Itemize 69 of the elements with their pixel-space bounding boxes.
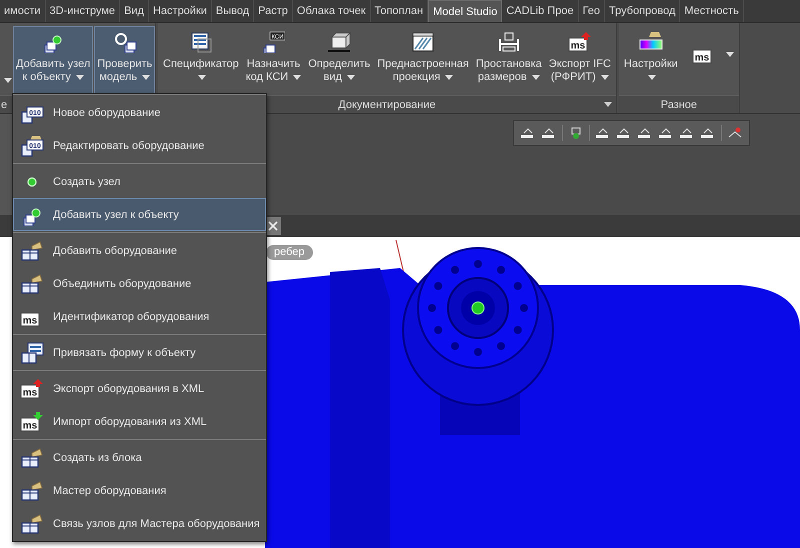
dimension-icon [496,31,521,53]
close-icon [268,221,278,231]
caret-icon [293,74,302,80]
caret-icon [532,74,540,80]
menu-item[interactable]: Объединить оборудование [13,267,266,300]
ribbon-tab[interactable]: Вид [120,0,149,22]
question-cube-icon [112,31,137,53]
equipment-icon [20,240,44,262]
ribbon-button[interactable]: Простановка размеров [472,26,545,94]
menu-item[interactable]: Привязать форму к объекту [13,336,266,369]
expand-icon[interactable] [604,102,612,107]
button-label: Простановка размеров [476,58,542,84]
button-label: Настройки [624,58,678,84]
ribbon-tab[interactable]: Облака точек [292,0,370,22]
ribbon-tab[interactable]: Растр [254,0,293,22]
caret-icon [76,74,84,80]
ribbon-tab[interactable]: Трубопровод [605,0,680,22]
ribbon-button[interactable]: Проверить модель [94,26,156,94]
ribbon-tab[interactable]: Гео [578,0,606,22]
network-icon[interactable] [727,127,743,139]
ribbon-button[interactable]: ms Экспорт IFC (РФРИТ) [546,26,614,94]
caret-icon [346,74,355,80]
menu-item[interactable]: Добавить узел к объекту [13,198,266,231]
menu-item[interactable]: Добавить оборудование [13,234,266,267]
ribbon-button[interactable]: ms [688,40,737,67]
caret-icon [445,74,454,80]
menu-item[interactable]: Мастер оборудования [13,474,266,507]
ribbon-tab[interactable]: CADLib Прое [502,0,579,22]
ribbon-tab[interactable]: Местность [680,0,744,22]
button-label: Экспорт IFC (РФРИТ) [548,58,611,84]
button-label: Добавить узел к объекту [16,58,90,84]
ribbon-tab[interactable]: 3D-инструме [46,0,120,22]
button-label: Назначить код КСИ [246,58,302,84]
node-dot-icon [27,176,37,186]
equipment-icon [20,512,44,534]
menu-item[interactable]: ms Экспорт оборудования в XML [13,372,266,405]
caret-icon [198,74,206,80]
projection-sheet-icon [411,31,436,53]
ribbon-tab[interactable]: Настройки [148,0,212,22]
ribbon-tab[interactable]: Вывод [212,0,254,22]
view-box-icon [327,31,352,53]
menu-item[interactable]: Связь узлов для Мастера оборудования [13,507,266,540]
table-icon [188,31,213,53]
equipment-icon [20,272,44,294]
ribbon-button[interactable]: Настройки [620,26,681,94]
menu-item[interactable]: Создать узел [13,165,266,198]
button-label: Определить вид [308,58,370,84]
caret-icon [726,52,734,56]
equipment-icon [20,480,44,502]
ribbon-button[interactable]: Добавить узел к объекту [13,26,94,94]
ribbon-tab[interactable]: Model Studio [428,0,502,22]
panel-label: е [1,98,8,110]
viewport-label: ребер [266,245,313,260]
button-label: Спецификатор [163,58,239,84]
button-label: Преднастроенная проекция [377,58,469,84]
button-label: Проверить модель [97,58,152,84]
equipment-icon [20,446,44,468]
caret-icon [648,74,656,80]
caret-icon [142,74,150,80]
caret-icon [600,74,609,80]
panel-label: Разное [660,98,698,110]
ribbon-button[interactable]: Преднастроенная проекция [374,26,472,94]
ribbon-button[interactable]: Определить вид [305,26,374,94]
menu-item[interactable]: Создать из блока [13,441,266,474]
ribbon-tab[interactable]: имости [0,0,46,22]
menu-item[interactable]: ms Импорт оборудования из XML [13,405,266,438]
form-icon [20,342,44,364]
menu-item[interactable]: ms Идентификатор оборудования [13,300,266,333]
panel-label: Документирование [338,98,436,110]
